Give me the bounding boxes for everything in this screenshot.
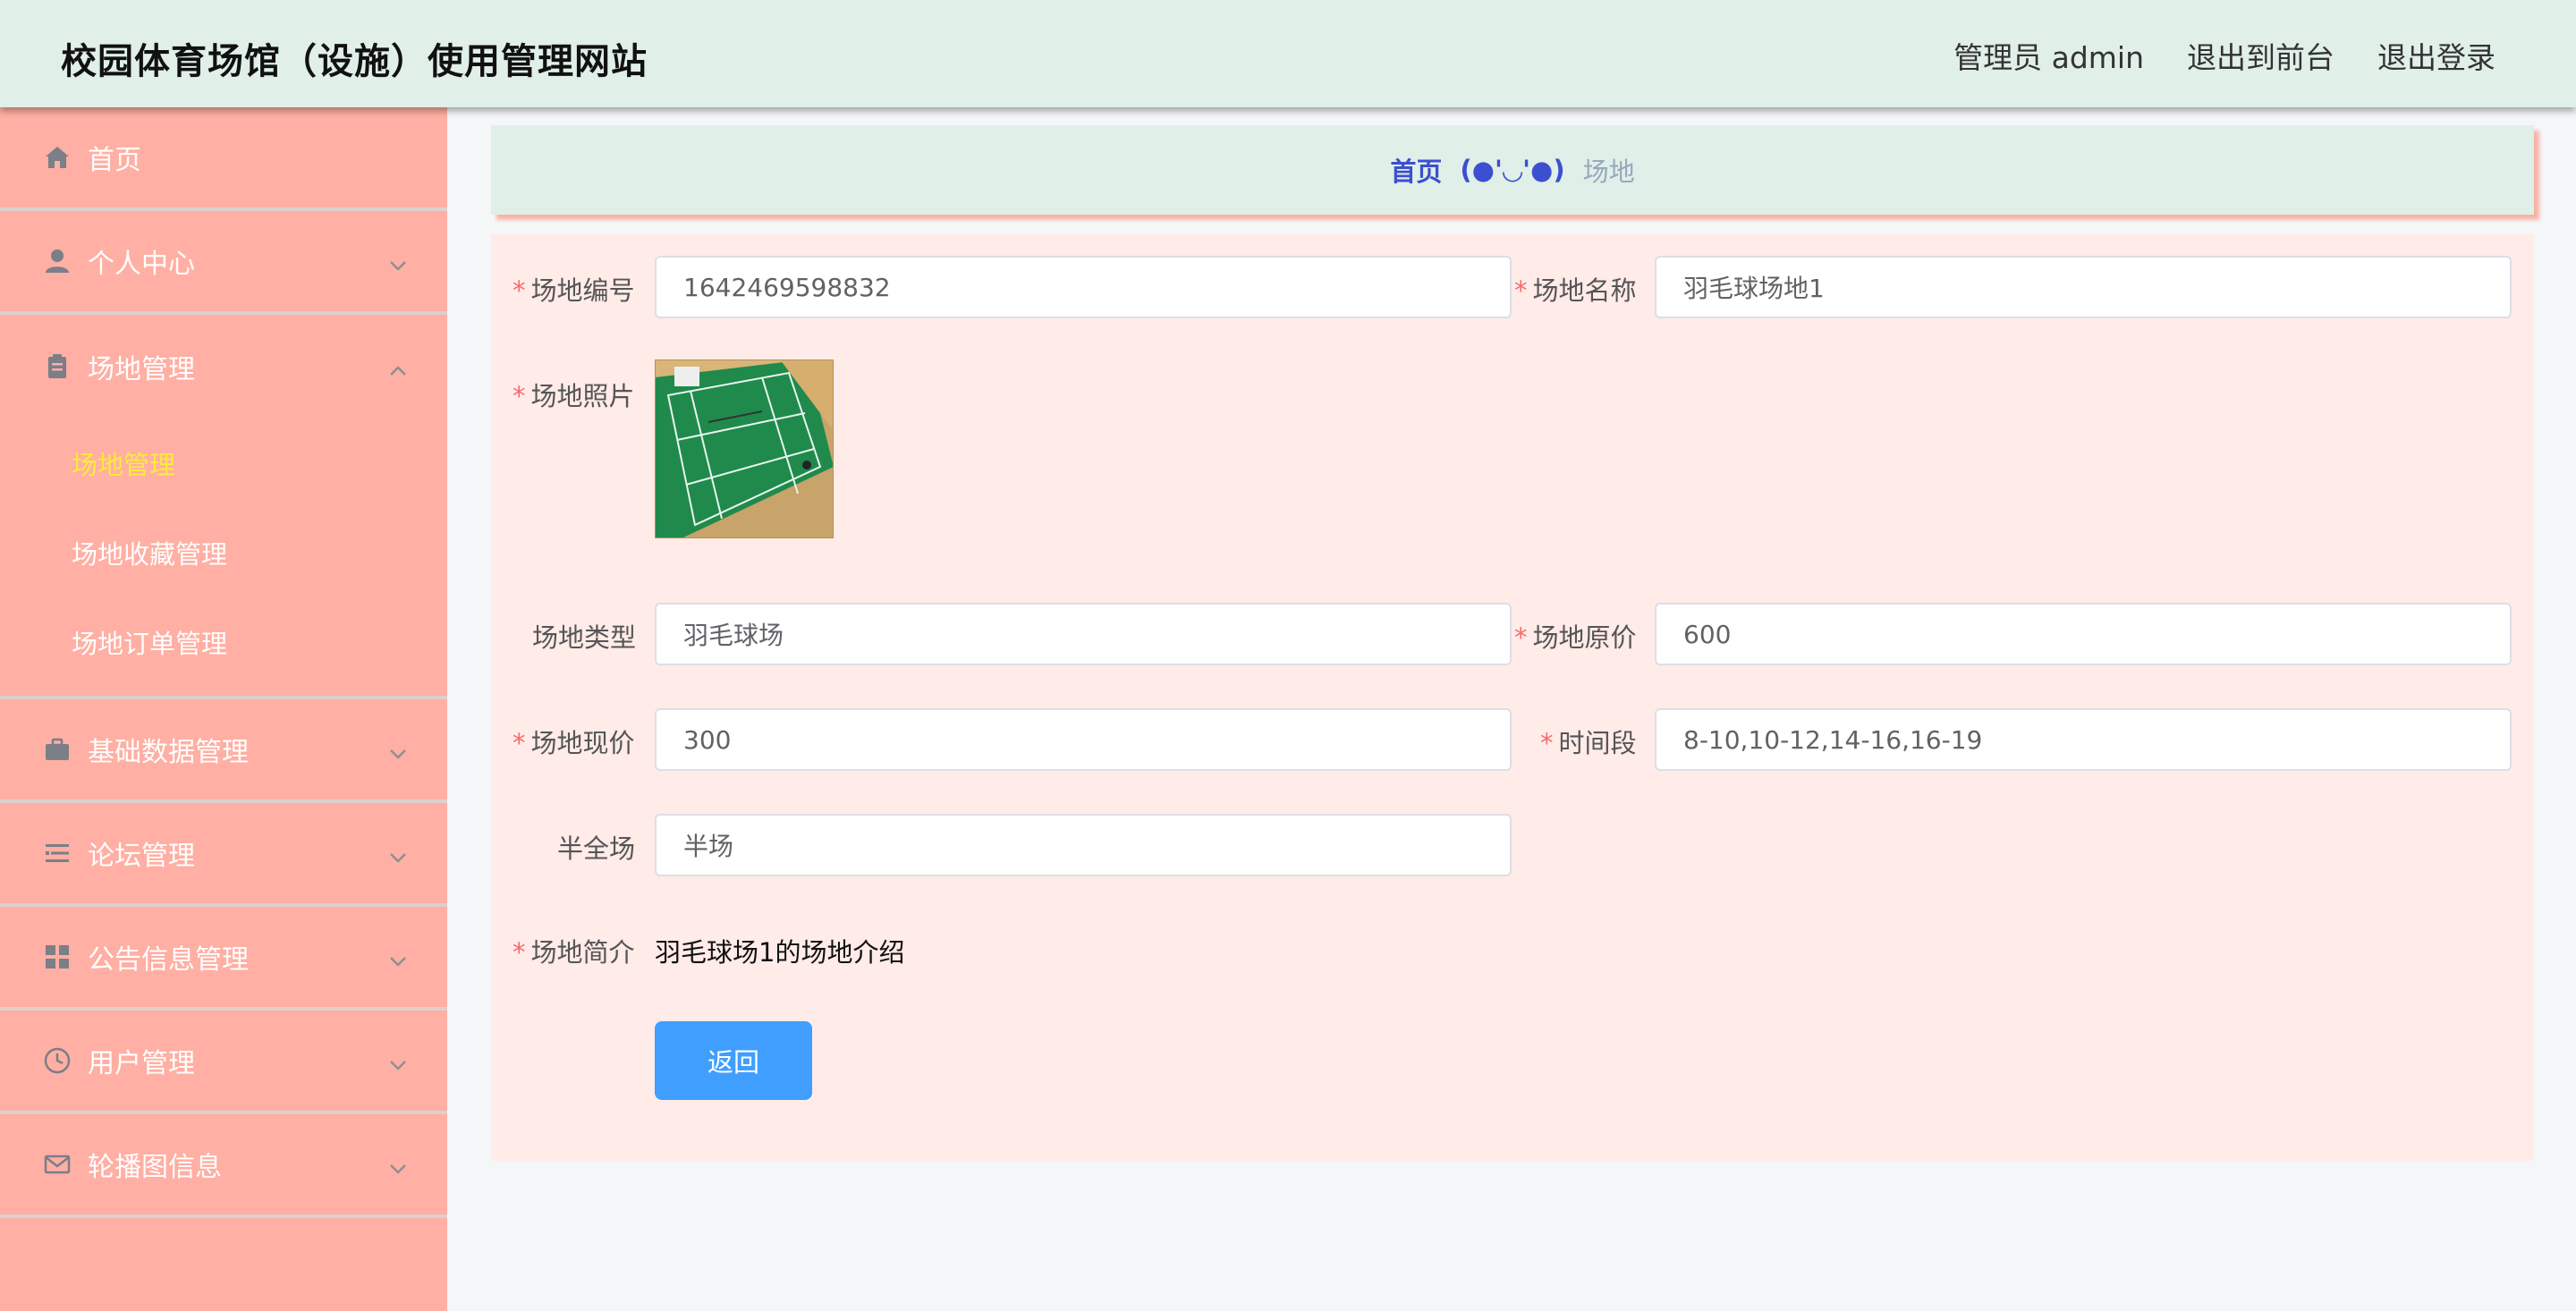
clock-icon bbox=[43, 1046, 72, 1075]
chevron-down-icon bbox=[388, 1051, 408, 1070]
venue-intro-text: 羽毛球场1的场地介绍 bbox=[655, 937, 905, 968]
sidebar-item-home[interactable]: 首页 bbox=[0, 107, 447, 211]
time-slot-field[interactable]: 8-10,10-12,14-16,16-19 bbox=[1655, 708, 2512, 771]
sidebar-item-label: 公告信息管理 bbox=[88, 944, 249, 976]
home-icon bbox=[43, 143, 72, 172]
mail-icon bbox=[43, 1150, 72, 1179]
venue-type-label: 场地类型 bbox=[532, 622, 637, 653]
sidebar-item-label: 基础数据管理 bbox=[88, 737, 249, 768]
venue-submenu: 场地管理 场地收藏管理 场地订单管理 bbox=[0, 419, 447, 699]
sidebar-item-venue-management[interactable]: 场地管理 bbox=[0, 315, 447, 419]
top-header: 校园体育场馆（设施）使用管理网站 管理员 admin 退出到前台 退出登录 bbox=[0, 0, 2576, 107]
original-price-label: * 场地原价 bbox=[1514, 622, 1637, 653]
venue-intro-label: * 场地简介 bbox=[513, 937, 635, 968]
breadcrumb: 首页 (●'◡'●) 场地 bbox=[491, 125, 2534, 215]
breadcrumb-separator: (●'◡'●) bbox=[1460, 155, 1565, 185]
back-button[interactable]: 返回 bbox=[655, 1021, 812, 1100]
venue-code-label: * 场地编号 bbox=[513, 275, 635, 306]
venue-code-field[interactable]: 1642469598832 bbox=[655, 256, 1512, 318]
sidebar-item-label: 场地管理 bbox=[88, 354, 195, 385]
chevron-down-icon bbox=[388, 251, 408, 271]
submenu-item-venue-favorites[interactable]: 场地收藏管理 bbox=[0, 508, 447, 597]
breadcrumb-current: 场地 bbox=[1582, 156, 1635, 187]
original-price-field[interactable]: 600 bbox=[1655, 603, 2512, 665]
sidebar-item-basic-data[interactable]: 基础数据管理 bbox=[0, 699, 447, 803]
time-slot-label: * 时间段 bbox=[1540, 728, 1637, 758]
chevron-up-icon bbox=[388, 357, 408, 376]
user-icon bbox=[43, 247, 72, 275]
grid-icon bbox=[43, 943, 72, 971]
half-full-court-label: 半全场 bbox=[557, 833, 636, 864]
venue-name-label: * 场地名称 bbox=[1514, 275, 1637, 306]
sidebar-item-label: 首页 bbox=[88, 145, 141, 176]
exit-to-front-link[interactable]: 退出到前台 bbox=[2187, 34, 2334, 77]
sidebar-item-users[interactable]: 用户管理 bbox=[0, 1011, 447, 1114]
sidebar-item-announcements[interactable]: 公告信息管理 bbox=[0, 907, 447, 1011]
sidebar-item-label: 轮播图信息 bbox=[88, 1152, 222, 1183]
submenu-item-venue-orders[interactable]: 场地订单管理 bbox=[0, 597, 447, 687]
site-title: 校园体育场馆（设施）使用管理网站 bbox=[61, 41, 648, 82]
clipboard-icon bbox=[43, 352, 72, 381]
current-price-field[interactable]: 300 bbox=[655, 708, 1512, 771]
sidebar-item-personal-center[interactable]: 个人中心 bbox=[0, 211, 447, 315]
chevron-down-icon bbox=[388, 843, 408, 863]
logout-link[interactable]: 退出登录 bbox=[2377, 34, 2496, 77]
chevron-down-icon bbox=[388, 740, 408, 759]
sidebar-item-label: 个人中心 bbox=[88, 249, 195, 280]
chevron-down-icon bbox=[388, 947, 408, 967]
sidebar: 首页 个人中心 场地管理 场地管理 场地收藏管理 场地订单管理 基础数据管理 论… bbox=[0, 107, 447, 1311]
sidebar-item-label: 用户管理 bbox=[88, 1048, 195, 1079]
venue-detail-form: * 场地编号 1642469598832 * 场地名称 羽毛球场地1 * 场地照片 场… bbox=[491, 234, 2534, 1161]
half-full-court-field[interactable]: 半场 bbox=[655, 814, 1512, 876]
briefcase-icon bbox=[43, 735, 72, 764]
submenu-item-venue-management[interactable]: 场地管理 bbox=[0, 419, 447, 508]
venue-type-field[interactable]: 羽毛球场 bbox=[655, 603, 1512, 665]
admin-user-label: 管理员 admin bbox=[1953, 40, 2144, 75]
sidebar-item-forum[interactable]: 论坛管理 bbox=[0, 803, 447, 907]
list-icon bbox=[43, 839, 72, 867]
sidebar-item-label: 论坛管理 bbox=[88, 841, 195, 872]
chevron-down-icon bbox=[388, 1155, 408, 1174]
current-price-label: * 场地现价 bbox=[513, 728, 635, 758]
venue-photo[interactable] bbox=[654, 359, 835, 539]
sidebar-item-carousel[interactable]: 轮播图信息 bbox=[0, 1114, 447, 1218]
venue-photo-label: * 场地照片 bbox=[513, 381, 635, 411]
venue-name-field[interactable]: 羽毛球场地1 bbox=[1655, 256, 2512, 318]
header-links: 管理员 admin 退出到前台 退出登录 bbox=[1953, 34, 2496, 77]
breadcrumb-home[interactable]: 首页 bbox=[1390, 151, 1442, 189]
